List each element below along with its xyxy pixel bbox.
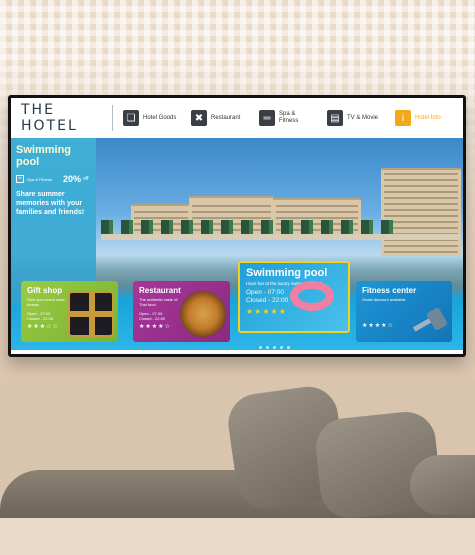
promo-discount-suffix: off: [83, 176, 89, 182]
dumbbell-weight: [425, 306, 449, 332]
fitness-icon: ═: [259, 110, 275, 126]
ribbon-horizontal: [70, 311, 112, 317]
clapperboard-icon: ▤: [327, 110, 343, 126]
spa-icon: ≈: [16, 175, 24, 183]
menu-label: Restaurant: [211, 114, 241, 121]
card-gift-shop[interactable]: Gift shop Give your loved ones beauty Op…: [21, 281, 118, 342]
main-menu: ❏ Hotel Goods ✖ Restaurant ═ Spa & Fitne…: [123, 110, 463, 126]
gift-box-image: [68, 291, 114, 337]
menu-label: Spa & Fitness: [279, 111, 299, 124]
pool-float-image: [290, 281, 334, 311]
menu-item-hotel-goods[interactable]: ❏ Hotel Goods: [123, 110, 179, 126]
promo-tag: ≈ Spa & Fitness 20% off: [16, 174, 91, 184]
card-restaurant[interactable]: Restaurant The authentic taste of Thai f…: [133, 281, 230, 342]
promo-discount: 20%: [63, 174, 82, 184]
menu-item-hotel-info[interactable]: i Hotel Info: [395, 110, 451, 126]
card-fitness-center[interactable]: Fitness center Guest discount available …: [356, 281, 452, 342]
menu-label: Hotel Info: [415, 114, 441, 121]
sofa-arm: [410, 455, 475, 515]
food-plate-image: [180, 291, 226, 337]
menu-item-spa-fitness[interactable]: ═ Spa & Fitness: [259, 110, 315, 126]
promo-title: Swimming pool: [16, 144, 72, 168]
menu-item-tv-movie[interactable]: ▤ TV & Movie: [327, 110, 383, 126]
menu-label: TV & Movie: [347, 114, 379, 121]
carousel-dot: [280, 346, 283, 349]
card-rating: ★★★★★: [246, 307, 287, 316]
restaurant-icon: ✖: [191, 110, 207, 126]
card-description: Guest discount available: [362, 297, 406, 302]
dumbbell-image: [408, 306, 449, 337]
carousel-indicator: [259, 346, 294, 349]
gift-icon: ❏: [123, 110, 139, 126]
card-title: Swimming pool: [246, 267, 328, 279]
promo-category: Spa & Fitness: [27, 176, 52, 182]
card-description: Give your loved ones beauty: [27, 297, 65, 307]
promo-message: Share summer memories with your families…: [16, 191, 85, 216]
tv-frame: THE HOTEL ❏ Hotel Goods ✖ Restaurant ═ S…: [8, 95, 466, 357]
hotel-logo: THE HOTEL: [21, 102, 78, 134]
carousel-dot: [266, 346, 269, 349]
top-navigation-bar: THE HOTEL ❏ Hotel Goods ✖ Restaurant ═ S…: [11, 98, 463, 138]
promo-panel[interactable]: Swimming pool ≈ Spa & Fitness 20% off Sh…: [11, 138, 96, 304]
palm-trees: [101, 220, 401, 234]
menu-item-restaurant[interactable]: ✖ Restaurant: [191, 110, 247, 126]
card-title: Fitness center: [362, 286, 417, 295]
hotel-building: [381, 168, 461, 256]
pool-deck: [101, 234, 461, 240]
info-icon: i: [395, 110, 411, 126]
card-swimming-pool-selected[interactable]: Swimming pool Have fun at the luxury swi…: [238, 261, 350, 333]
menu-label: Hotel Goods: [143, 114, 177, 121]
carousel-dot: [259, 346, 262, 349]
tv-screen: THE HOTEL ❏ Hotel Goods ✖ Restaurant ═ S…: [11, 98, 463, 354]
logo-divider: [112, 105, 113, 131]
carousel-dot: [287, 346, 290, 349]
carousel-dot: [273, 346, 276, 349]
card-description: The authentic taste of Thai food: [139, 297, 178, 307]
